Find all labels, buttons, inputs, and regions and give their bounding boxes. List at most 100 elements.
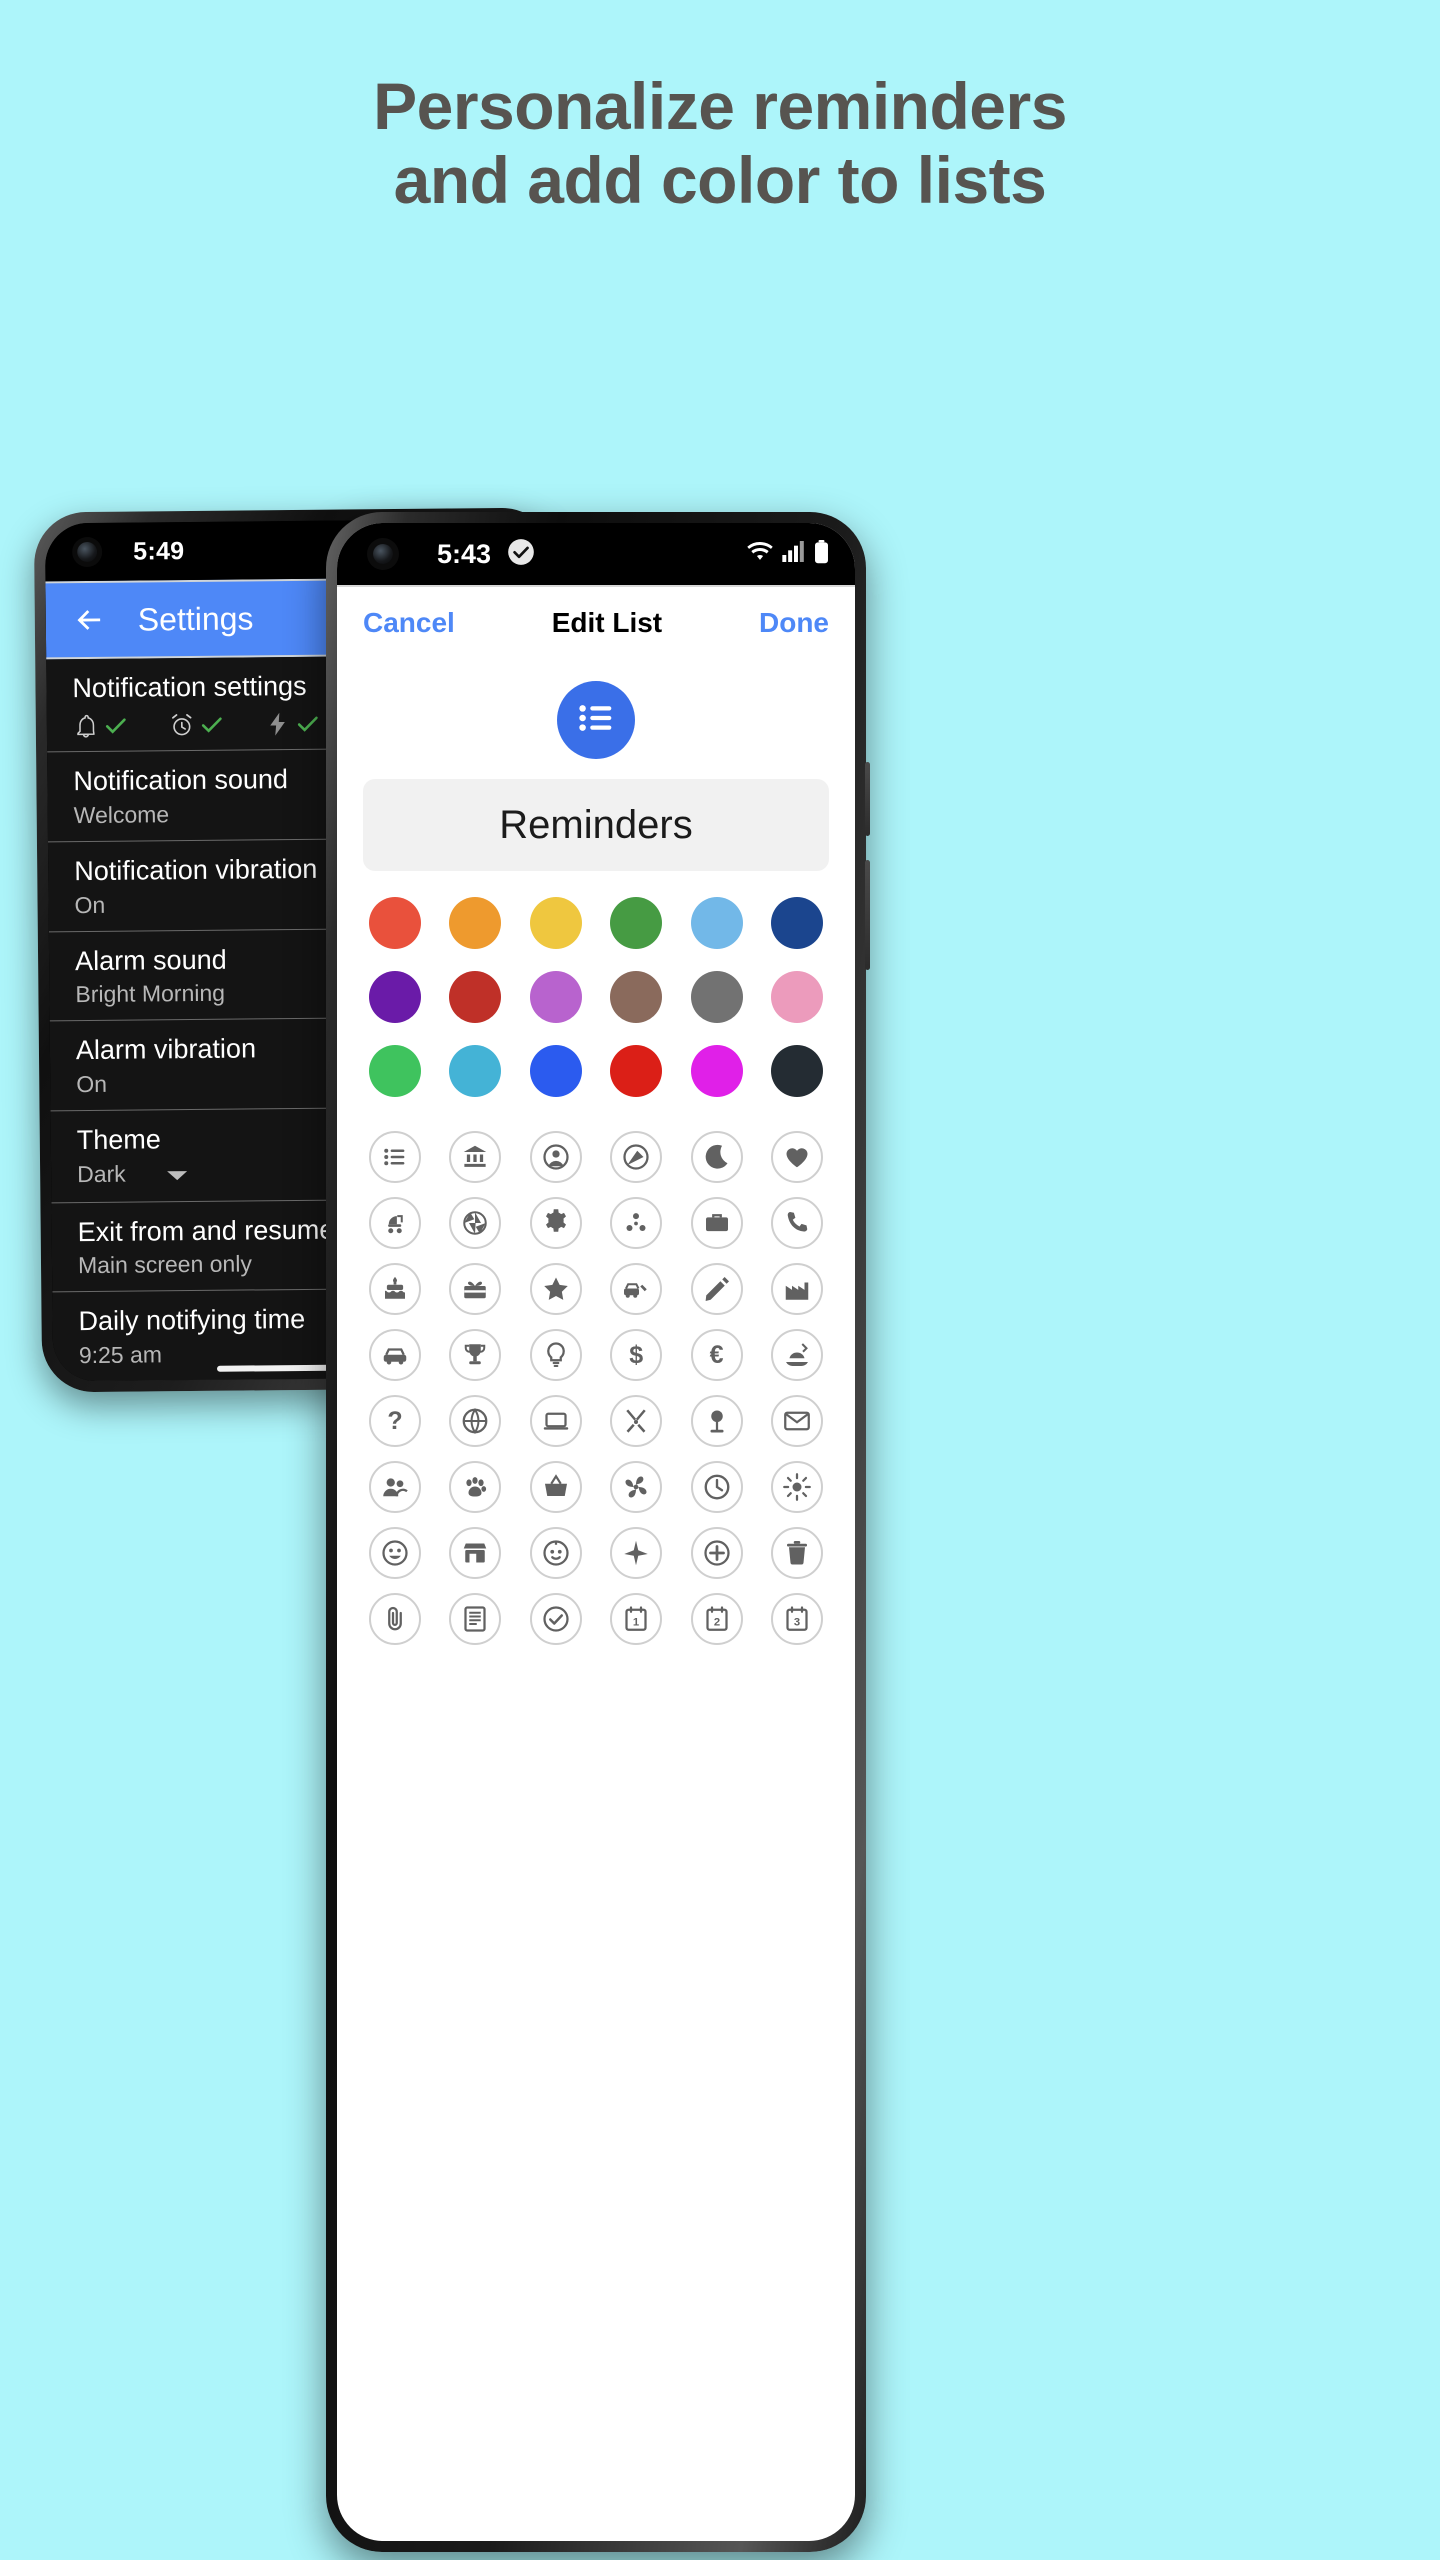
icon-picker[interactable]: $ €? 1 2 3	[337, 1125, 855, 1669]
list-name-value: Reminders	[499, 802, 693, 847]
color-swatch[interactable]	[449, 1045, 502, 1097]
fan-icon[interactable]	[610, 1461, 663, 1513]
paperclip-icon[interactable]	[369, 1593, 421, 1645]
euro-icon[interactable]: €	[690, 1329, 743, 1381]
color-swatch[interactable]	[369, 897, 421, 949]
color-swatch[interactable]	[610, 1045, 663, 1097]
question-icon-glyph: ?	[387, 1406, 403, 1435]
color-swatch[interactable]	[529, 897, 582, 949]
color-swatch[interactable]	[369, 1045, 421, 1097]
cutlery-icon[interactable]	[610, 1395, 663, 1447]
editlist-nav-bar: Cancel Edit List Done	[337, 585, 855, 659]
color-swatch[interactable]	[610, 971, 663, 1023]
cancel-button[interactable]: Cancel	[363, 607, 455, 639]
car-icon[interactable]	[369, 1329, 421, 1381]
baby-icon[interactable]	[529, 1527, 582, 1579]
editlist-title: Edit List	[551, 607, 663, 638]
icon-row	[369, 1263, 823, 1315]
color-swatch[interactable]	[449, 971, 502, 1023]
food-tray-icon[interactable]	[770, 1329, 823, 1381]
svg-text:2: 2	[713, 1616, 719, 1628]
plant-icon[interactable]	[690, 1395, 743, 1447]
trophy-icon[interactable]	[449, 1329, 502, 1381]
color-swatch[interactable]	[610, 897, 663, 949]
paw-icon[interactable]	[449, 1461, 502, 1513]
bell-icon-group	[73, 712, 129, 739]
page-title: Personalize reminders and add color to l…	[0, 69, 1440, 218]
check-circle-icon	[507, 538, 535, 571]
done-button[interactable]: Done	[759, 607, 829, 639]
mail-icon[interactable]	[770, 1395, 823, 1447]
clock-icon[interactable]	[690, 1461, 743, 1513]
calendar-3-icon[interactable]: 3	[770, 1593, 823, 1645]
volume-button[interactable]	[865, 762, 870, 836]
list-bullets-icon[interactable]	[369, 1131, 421, 1183]
color-picker[interactable]	[337, 871, 855, 1125]
back-arrow-icon[interactable]	[72, 603, 106, 637]
color-swatch[interactable]	[770, 1045, 823, 1097]
star-icon[interactable]	[529, 1263, 582, 1315]
satellite-icon[interactable]	[610, 1131, 663, 1183]
color-swatch[interactable]	[529, 971, 582, 1023]
airplane-icon[interactable]	[610, 1527, 663, 1579]
calendar-1-icon[interactable]: 1	[610, 1593, 663, 1645]
pencil-icon[interactable]	[690, 1263, 743, 1315]
color-row	[369, 897, 823, 949]
color-row	[369, 1045, 823, 1097]
heart-icon[interactable]	[770, 1131, 823, 1183]
svg-text:1: 1	[633, 1616, 639, 1628]
trash-icon[interactable]	[770, 1527, 823, 1579]
color-swatch[interactable]	[449, 897, 502, 949]
car-repair-icon[interactable]	[610, 1263, 663, 1315]
bank-icon[interactable]	[449, 1131, 502, 1183]
people-icon[interactable]	[369, 1461, 421, 1513]
front-camera-icon	[373, 544, 393, 564]
chevron-down-icon[interactable]	[166, 1162, 188, 1189]
moon-icon[interactable]	[690, 1131, 743, 1183]
color-swatch[interactable]	[529, 1045, 582, 1097]
status-time: 5:43	[437, 538, 492, 569]
icon-row	[369, 1131, 823, 1183]
list-name-input[interactable]: Reminders	[363, 779, 829, 871]
color-swatch[interactable]	[690, 1045, 743, 1097]
gift-icon[interactable]	[449, 1263, 502, 1315]
color-swatch[interactable]	[369, 971, 421, 1023]
dollar-icon[interactable]: $	[610, 1329, 663, 1381]
laptop-icon[interactable]	[529, 1395, 582, 1447]
stroller-icon[interactable]	[369, 1197, 421, 1249]
calendar-2-icon[interactable]: 2	[690, 1593, 743, 1645]
molecule-icon[interactable]	[610, 1197, 663, 1249]
color-swatch[interactable]	[690, 897, 743, 949]
battery-icon	[814, 539, 829, 569]
color-swatch[interactable]	[770, 971, 823, 1023]
store-icon[interactable]	[449, 1527, 502, 1579]
smiley-icon[interactable]	[369, 1527, 421, 1579]
bolt-icon-group	[265, 711, 321, 738]
icon-row: $ €	[369, 1329, 823, 1381]
sun-icon[interactable]	[770, 1461, 823, 1513]
plus-circle-icon[interactable]	[690, 1527, 743, 1579]
gear-icon[interactable]	[529, 1197, 582, 1249]
phone-editlist-screen: 5:43 Cancel Edit List Done Reminders $ €…	[337, 523, 855, 2541]
headline-line-2: and add color to lists	[393, 142, 1047, 217]
globe-icon[interactable]	[449, 1395, 502, 1447]
document-icon[interactable]	[449, 1593, 502, 1645]
briefcase-icon[interactable]	[690, 1197, 743, 1249]
check-circle-icon[interactable]	[529, 1593, 582, 1645]
theme-value: Dark	[77, 1160, 126, 1188]
phone-icon[interactable]	[770, 1197, 823, 1249]
color-swatch[interactable]	[690, 971, 743, 1023]
person-circle-icon[interactable]	[529, 1131, 582, 1183]
lightbulb-icon[interactable]	[529, 1329, 582, 1381]
aperture-icon[interactable]	[449, 1197, 502, 1249]
avatar[interactable]	[557, 681, 635, 759]
icon-row	[369, 1197, 823, 1249]
question-icon[interactable]: ?	[369, 1395, 421, 1447]
power-button[interactable]	[865, 860, 870, 970]
color-swatch[interactable]	[770, 897, 823, 949]
signal-icon	[782, 541, 806, 567]
factory-icon[interactable]	[770, 1263, 823, 1315]
basket-icon[interactable]	[529, 1461, 582, 1513]
cake-icon[interactable]	[369, 1263, 421, 1315]
dollar-icon-glyph: $	[629, 1340, 644, 1369]
